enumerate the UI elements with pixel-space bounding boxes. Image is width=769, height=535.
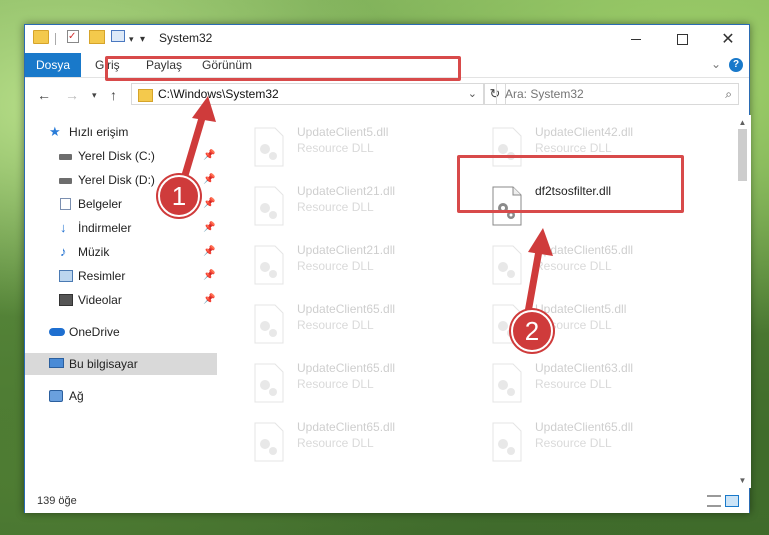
callout-badge-2: 2 (511, 310, 553, 352)
annotation-arrows (179, 96, 553, 322)
arrow-head-1 (192, 96, 216, 122)
callout-badge-1: 1 (158, 175, 200, 217)
arrow-head-2 (528, 228, 553, 256)
arrow-line-2 (523, 241, 544, 322)
